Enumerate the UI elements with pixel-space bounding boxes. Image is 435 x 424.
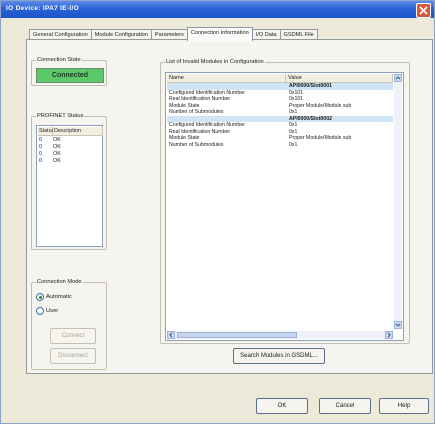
invalid-modules-label: List of Invalid Modules in Configuration — [165, 59, 265, 66]
scroll-left-arrow-icon[interactable] — [167, 331, 175, 339]
list-item[interactable]: 0 OK — [39, 158, 61, 165]
help-button[interactable]: Help — [379, 398, 429, 414]
close-icon — [419, 6, 428, 15]
status-description: OK — [53, 144, 61, 150]
connection-mode-label: Connection Mode — [36, 279, 83, 286]
horizontal-scrollbar[interactable] — [167, 331, 393, 339]
close-button[interactable] — [416, 3, 431, 18]
profinet-status-header: Status Description — [38, 127, 103, 136]
status-description: OK — [53, 158, 61, 164]
horizontal-scroll-thumb[interactable] — [177, 332, 297, 338]
connect-button[interactable]: Connect — [50, 328, 96, 344]
table-row[interactable]: Number of Submodules 0x1 — [167, 142, 393, 149]
invalid-modules-group: List of Invalid Modules in Configuration… — [160, 59, 410, 344]
scroll-up-arrow-icon[interactable] — [394, 74, 402, 82]
column-header-description[interactable]: Description — [53, 127, 103, 136]
status-code: 0 — [39, 144, 42, 150]
row-name: Number of Submodules — [169, 141, 224, 148]
automatic-radio[interactable] — [36, 293, 44, 301]
scroll-right-arrow-icon[interactable] — [385, 331, 393, 339]
profinet-status-label: PROFINET Status — [36, 113, 85, 120]
connection-mode-group: Connection Mode Automatic User Connect D… — [31, 279, 107, 370]
vertical-scrollbar[interactable] — [394, 74, 402, 329]
list-item[interactable]: 0 OK — [39, 151, 61, 158]
automatic-radio-label: Automatic — [46, 294, 72, 300]
status-code: 0 — [39, 158, 42, 164]
dialog-window: IO Device: IPA7 IE-I/O General Configura… — [0, 0, 435, 424]
window-title: IO Device: IPA7 IE-I/O — [6, 5, 79, 12]
connection-state-label: Connection State — [36, 57, 82, 64]
profinet-status-rows: 0 OK 0 OK 0 OK 0 OK — [39, 137, 61, 165]
invalid-modules-rows: API0000/Slot0001 Configured Identificati… — [167, 83, 393, 148]
title-bar: IO Device: IPA7 IE-I/O — [1, 1, 434, 18]
cancel-button[interactable]: Cancel — [319, 398, 371, 414]
tab-panel: Connection State Connected PROFINET Stat… — [26, 39, 433, 374]
list-item[interactable]: 0 OK — [39, 144, 61, 151]
invalid-modules-table[interactable]: Name Value API0000/Slot0001 Configured I… — [165, 72, 404, 341]
connection-status-indicator: Connected — [36, 68, 104, 83]
tab-connection-information[interactable]: Connection Information — [186, 27, 253, 41]
row-value: 0x1 — [289, 141, 298, 148]
status-description: OK — [53, 137, 61, 143]
status-code: 0 — [39, 151, 42, 157]
search-modules-button[interactable]: Search Modules in GSDML... — [233, 348, 325, 364]
column-header-name[interactable]: Name — [167, 74, 286, 83]
automatic-radio-option[interactable]: Automatic — [36, 293, 72, 301]
list-item[interactable]: 0 OK — [39, 137, 61, 144]
user-radio[interactable] — [36, 307, 44, 315]
status-code: 0 — [39, 137, 42, 143]
user-radio-label: User — [46, 308, 59, 314]
ok-button[interactable]: OK — [256, 398, 308, 414]
invalid-modules-header: Name Value — [167, 74, 393, 83]
status-description: OK — [53, 151, 61, 157]
disconnect-button[interactable]: Disconnect — [50, 348, 96, 364]
profinet-status-group: PROFINET Status Status Description 0 OK 0… — [31, 113, 107, 250]
column-header-value[interactable]: Value — [286, 74, 393, 83]
user-radio-option[interactable]: User — [36, 307, 58, 315]
connection-state-group: Connection State Connected — [31, 57, 107, 86]
profinet-status-list[interactable]: Status Description 0 OK 0 OK 0 OK 0 OK — [36, 125, 103, 247]
column-header-status[interactable]: Status — [38, 127, 54, 136]
scroll-down-arrow-icon[interactable] — [394, 321, 402, 329]
